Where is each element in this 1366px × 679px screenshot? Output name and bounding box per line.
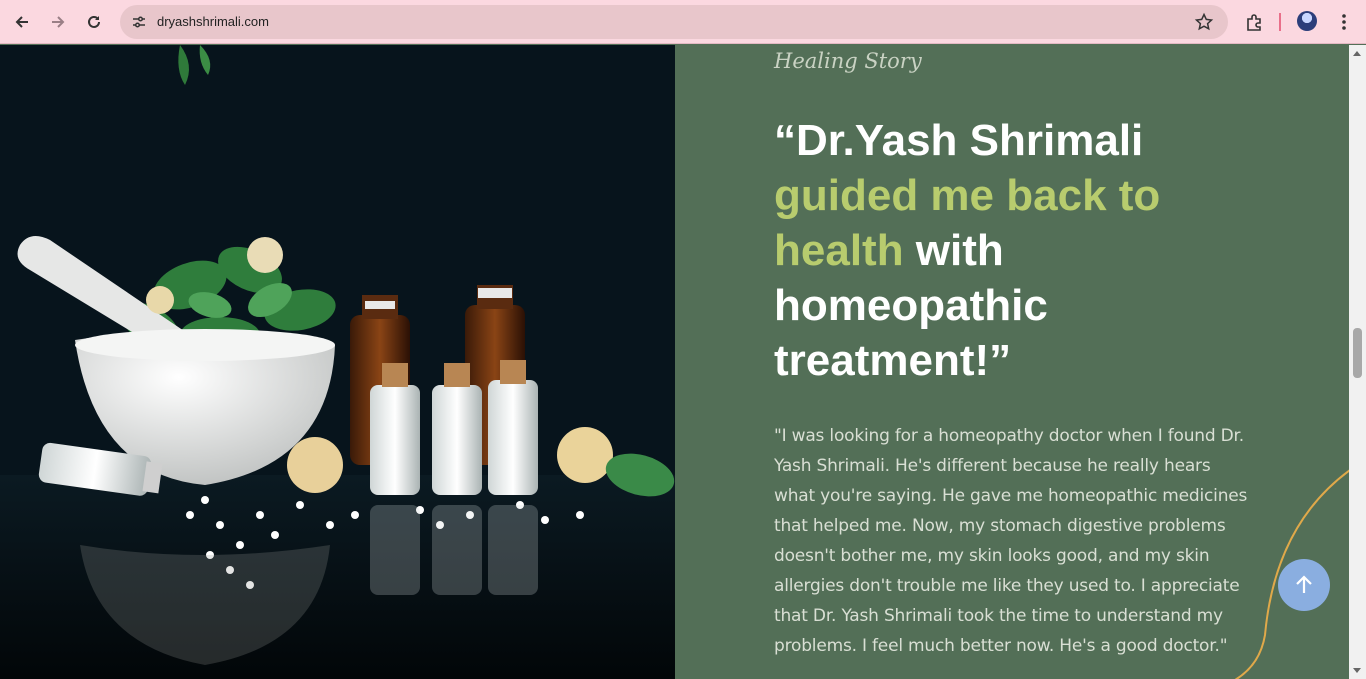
browser-toolbar: dryashshrimali.com — [0, 0, 1366, 44]
homeopathy-image — [0, 45, 675, 679]
arrow-up-icon — [1296, 575, 1312, 593]
testimonial-panel: Healing Story “Dr.Yash Shrimali guided m… — [675, 45, 1349, 679]
hero-illustration — [0, 45, 675, 679]
tune-icon[interactable] — [130, 13, 148, 31]
headline-text-start: “Dr.Yash Shrimali — [774, 116, 1144, 165]
scrollbar-thumb[interactable] — [1353, 328, 1362, 378]
page-viewport: Healing Story “Dr.Yash Shrimali guided m… — [0, 45, 1366, 679]
address-bar[interactable]: dryashshrimali.com — [120, 5, 1228, 39]
extensions-button[interactable] — [1241, 9, 1267, 35]
back-button[interactable] — [9, 9, 35, 35]
testimonial-headline: “Dr.Yash Shrimali guided me back to heal… — [774, 113, 1244, 388]
forward-button[interactable] — [45, 9, 71, 35]
toolbar-divider — [1279, 13, 1281, 31]
scroll-down-arrow[interactable] — [1353, 668, 1361, 673]
kebab-menu-icon — [1342, 14, 1346, 30]
url-text[interactable]: dryashshrimali.com — [157, 14, 269, 29]
reload-icon — [88, 15, 100, 28]
scroll-up-arrow[interactable] — [1353, 51, 1361, 56]
section-eyebrow: Healing Story — [774, 49, 922, 73]
arrow-left-icon — [15, 16, 28, 28]
browser-menu-button[interactable] — [1331, 9, 1357, 35]
puzzle-icon — [1247, 14, 1261, 31]
avatar[interactable] — [1297, 11, 1317, 31]
arrow-right-icon — [52, 16, 65, 28]
scroll-to-top-button[interactable] — [1278, 559, 1330, 611]
page-scrollbar[interactable] — [1349, 45, 1366, 679]
reload-button[interactable] — [81, 9, 107, 35]
star-icon[interactable] — [1194, 12, 1214, 32]
testimonial-text: "I was looking for a homeopathy doctor w… — [774, 426, 1248, 656]
